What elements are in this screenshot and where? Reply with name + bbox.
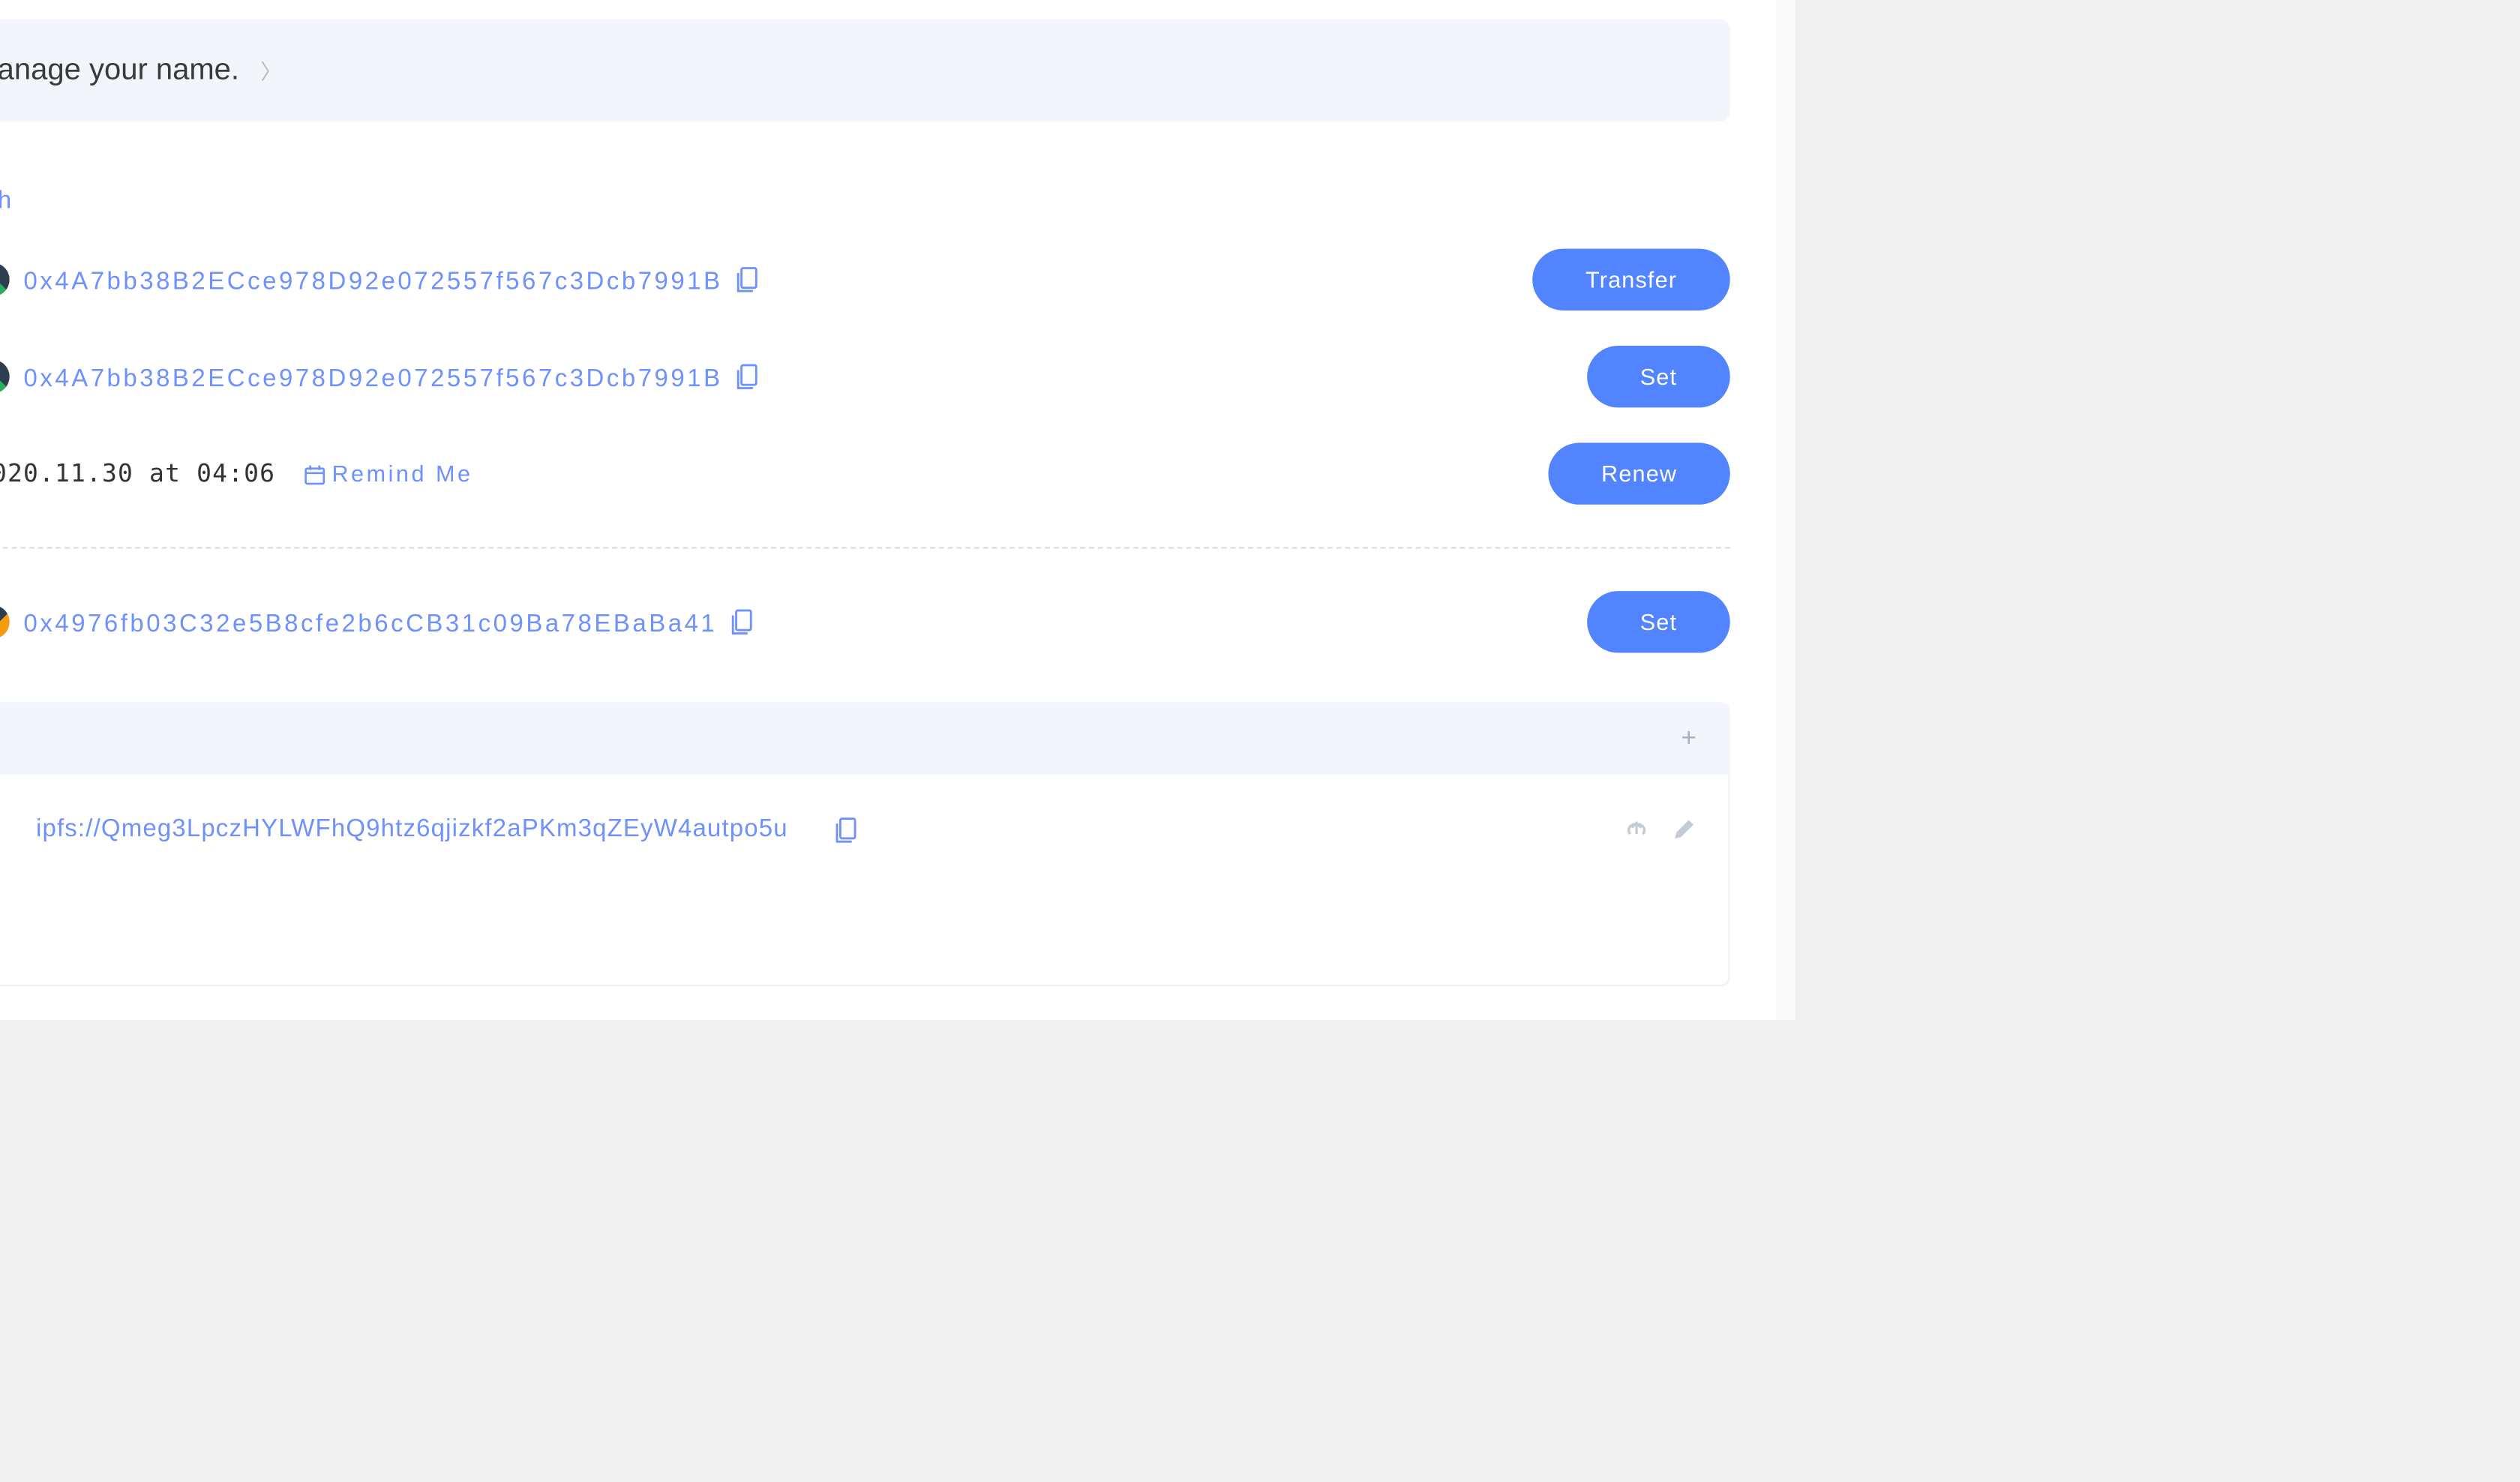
set-resolver-button[interactable]: Set xyxy=(1587,591,1730,652)
parent-value[interactable]: eth xyxy=(0,185,1730,214)
controller-value: 0x4A7bb38B2ECce978D92e072557f567c3Dcb799… xyxy=(0,360,1587,394)
calendar-icon xyxy=(304,463,325,484)
transfer-button[interactable]: Transfer xyxy=(1533,248,1730,310)
add-record-icon[interactable]: + xyxy=(1682,723,1699,753)
copy-icon[interactable] xyxy=(836,816,859,842)
chevron-right-icon: 〉 xyxy=(260,56,281,86)
records-body: CONTENT ipfs://Qmeg3LpczHYLWFhQ9htz6qjiz… xyxy=(0,775,1730,986)
copy-icon[interactable] xyxy=(737,266,760,292)
content-value[interactable]: ipfs://Qmeg3LpczHYLWFhQ9htz6qjizkf2aPKm3… xyxy=(36,813,1622,843)
registrant-address[interactable]: 0x4A7bb38B2ECce978D92e072557f567c3Dcb799… xyxy=(24,266,723,294)
remind-me-link[interactable]: Remind Me xyxy=(304,460,473,487)
expiration-value: 2020.11.30 at 04:06 Remind Me xyxy=(0,460,1549,488)
resolver-address[interactable]: 0x4976fb03C32e5B8cfe2b6cCB31c09Ba78EBaBa… xyxy=(24,608,718,636)
info-banner[interactable]: Learn how to manage your name. 〉 xyxy=(0,20,1730,122)
resolver-value: 0x4976fb03C32e5B8cfe2b6cCB31c09Ba78EBaBa… xyxy=(0,605,1587,639)
address-avatar xyxy=(0,262,10,296)
address-avatar xyxy=(0,605,10,639)
content-label: CONTENT xyxy=(0,815,36,842)
separator xyxy=(0,547,1730,548)
banner-text: Learn how to manage your name. xyxy=(0,52,239,88)
registrant-value: 0x4A7bb38B2ECce978D92e072557f567c3Dcb799… xyxy=(0,262,1533,296)
copy-icon[interactable] xyxy=(737,363,760,389)
upload-icon[interactable] xyxy=(1622,816,1651,841)
expiration-date: 2020.11.30 at 04:06 xyxy=(0,460,275,488)
scrollbar[interactable] xyxy=(1776,0,1796,1020)
renew-button[interactable]: Renew xyxy=(1549,442,1730,504)
copy-icon[interactable] xyxy=(731,608,754,634)
edit-icon[interactable] xyxy=(1672,816,1696,841)
records-header[interactable]: RECORDS + xyxy=(0,702,1730,774)
set-controller-button[interactable]: Set xyxy=(1587,346,1730,407)
controller-address[interactable]: 0x4A7bb38B2ECce978D92e072557f567c3Dcb799… xyxy=(24,362,723,391)
address-avatar xyxy=(0,360,10,394)
main-content: jitsejan.eth Registrant Register Details… xyxy=(0,0,1796,1020)
